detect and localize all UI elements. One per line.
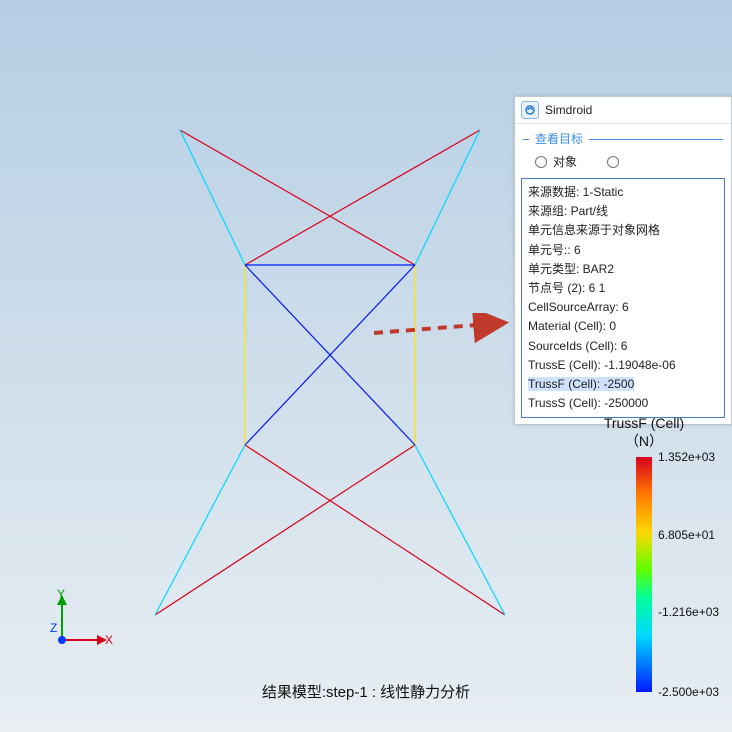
detail-row: 单元号:: 6 (528, 241, 718, 260)
legend-tick: 1.352e+03 (658, 450, 715, 464)
axis-x-label: X (105, 633, 113, 647)
legend-title2: （N） (584, 431, 704, 451)
axes-triad: X Y Z (50, 582, 120, 652)
legend-bar: 1.352e+03 6.805e+01 -1.216e+03 -2.500e+0… (636, 457, 652, 692)
detail-row: TrussE (Cell): -1.19048e-06 (528, 356, 718, 375)
legend-title1: TrussF (Cell) (584, 415, 704, 431)
detail-row: 来源组: Part/线 (528, 202, 718, 221)
result-model-label: 结果模型:step-1 : 线性静力分析 (0, 681, 732, 702)
detail-row: SourceIds (Cell): 6 (528, 337, 718, 356)
radio-object[interactable]: 对象 (535, 153, 577, 170)
popup-titlebar[interactable]: Simdroid (515, 97, 731, 124)
detail-row: 节点号 (2): 6 1 (528, 279, 718, 298)
radio-object-label: 对象 (553, 153, 577, 170)
legend-tick: -1.216e+03 (658, 605, 719, 619)
detail-row: CellSourceArray: 6 (528, 298, 718, 317)
axis-y-label: Y (57, 587, 65, 601)
radio-other-input[interactable] (607, 156, 619, 168)
color-legend: TrussF (Cell) （N） 1.352e+03 6.805e+01 -1… (584, 415, 704, 692)
axis-z-label: Z (50, 621, 57, 635)
detail-row: 单元类型: BAR2 (528, 260, 718, 279)
target-radios: 对象 (515, 149, 731, 178)
detail-row: TrussF (Cell): -2500 (528, 375, 718, 394)
section-header: 查看目标 (515, 130, 731, 147)
legend-tick: 6.805e+01 (658, 528, 715, 542)
detail-row: 来源数据: 1-Static (528, 183, 718, 202)
selection-details: 来源数据: 1-Static来源组: Part/线单元信息来源于对象网格单元号:… (521, 178, 725, 418)
detail-row: Material (Cell): 0 (528, 317, 718, 336)
detail-row: TrussS (Cell): -250000 (528, 394, 718, 413)
radio-other[interactable] (607, 156, 619, 168)
radio-object-input[interactable] (535, 156, 547, 168)
app-icon (521, 101, 539, 119)
detail-row: 单元信息来源于对象网格 (528, 221, 718, 240)
app-name: Simdroid (545, 103, 592, 117)
section-title: 查看目标 (529, 132, 589, 146)
selection-popup[interactable]: Simdroid 查看目标 对象 来源数据: 1-Static来源组: Part… (514, 96, 732, 425)
viewport[interactable]: Simdroid 查看目标 对象 来源数据: 1-Static来源组: Part… (0, 0, 732, 732)
